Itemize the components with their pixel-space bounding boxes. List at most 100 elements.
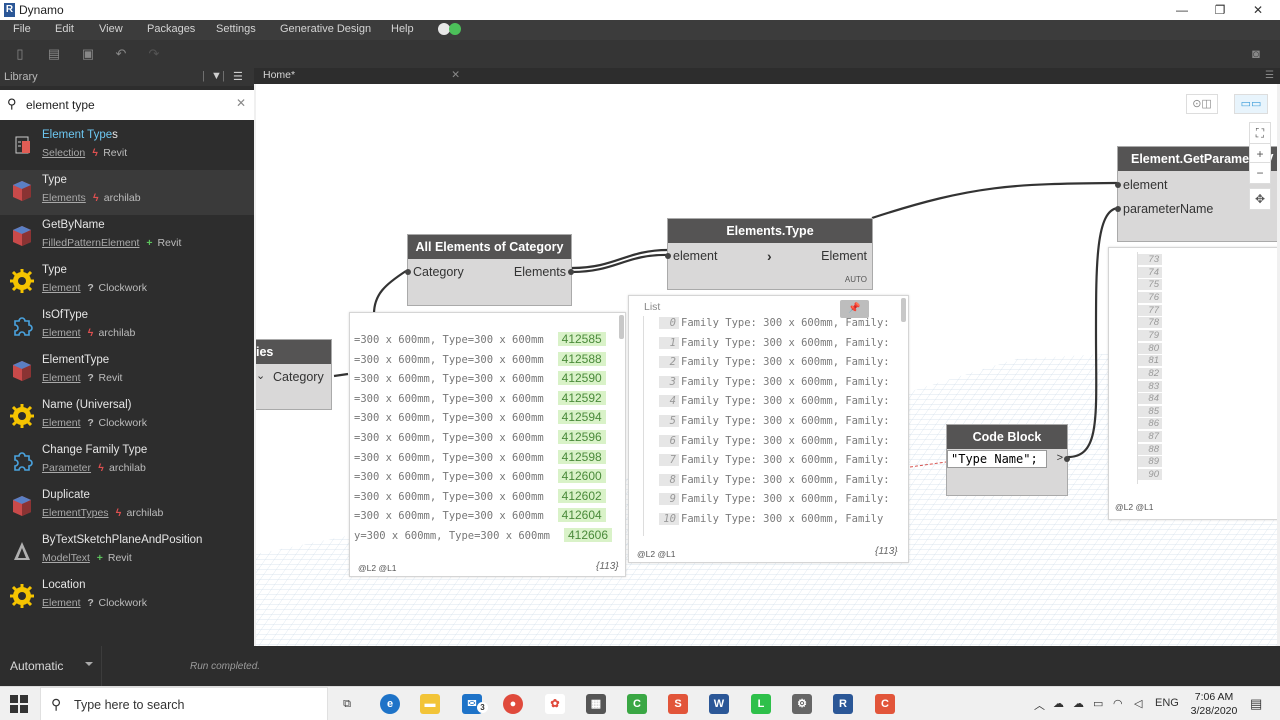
menu-view[interactable]: View [99,23,123,35]
selection-icon [10,134,34,158]
library-item[interactable]: GetByName FilledPatternElement + Revit [0,215,254,260]
list-index: 0 [659,317,679,329]
expand-chevron-icon[interactable]: › [767,248,772,264]
snagit-icon[interactable]: C [875,694,895,714]
library-item[interactable]: IsOfType Element ϟ archilab [0,305,254,350]
camtasia-icon[interactable]: C [627,694,647,714]
windows-start-icon[interactable] [10,695,28,713]
library-item-category[interactable]: ElementTypes [42,507,109,519]
library-item-category[interactable]: Elements [42,192,86,204]
workspace-canvas[interactable]: ies ⌄ Category All Elements of Category … [256,84,1277,646]
menu-packages[interactable]: Packages [147,23,195,35]
fit-view-icon[interactable]: ⛶ [1249,122,1271,144]
menu-generative-design[interactable]: Generative Design [280,23,371,35]
library-item-category[interactable]: Element [42,282,81,294]
edge-browser-icon[interactable]: e [380,694,400,714]
close-tab-icon[interactable]: ✕ [451,69,460,81]
tab-menu-icon[interactable]: ☰ [1265,70,1274,81]
category-input-port[interactable]: Category [413,265,464,279]
element-input-port[interactable]: element [673,249,717,263]
zoom-out-icon[interactable]: − [1249,162,1271,184]
menu-help[interactable]: Help [391,23,414,35]
library-item[interactable]: Duplicate ElementTypes ϟ archilab [0,485,254,530]
language-indicator[interactable]: ENG [1155,697,1179,709]
fusion-app-icon[interactable]: ✿ [545,694,565,714]
system-clock[interactable]: 7:06 AM 3/28/2020 [1184,690,1244,718]
close-window-button[interactable]: ✕ [1238,0,1278,20]
undo-icon[interactable]: ↶ [113,46,129,62]
notification-indicator[interactable] [438,23,462,38]
pan-icon[interactable]: ✥ [1249,188,1271,210]
onedrive-icon[interactable]: ☁ [1053,697,1064,710]
library-item-category[interactable]: Element [42,597,81,609]
library-item-category[interactable]: Element [42,327,81,339]
library-search-input[interactable] [26,96,226,114]
cloud-sync-icon[interactable]: ☁ [1073,697,1084,710]
elements-type-preview[interactable]: List 0 Family Type: 300 x 600mm, Family: 1… [628,295,909,563]
tab-home[interactable]: Home* ✕ [254,68,466,84]
save-icon[interactable]: ▣ [80,46,96,62]
element-input-port[interactable]: element [1123,178,1167,192]
all-elements-of-category-node[interactable]: All Elements of Category Category Elemen… [405,234,574,306]
run-mode-dropdown[interactable]: Automatic [0,646,102,686]
wifi-icon[interactable]: ◠ [1113,697,1123,710]
battery-icon[interactable]: ▭ [1093,697,1103,710]
categories-node[interactable]: ies ⌄ Category [256,339,332,410]
library-item-category[interactable]: Element [42,417,81,429]
categories-dropdown-icon[interactable]: ⌄ [256,369,265,382]
file-explorer-icon[interactable]: ▬ [420,694,440,714]
library-item[interactable]: Type Element? Clockwork [0,260,254,305]
code-block-node[interactable]: Code Block "Type Name"; > [946,424,1070,496]
categories-output-port[interactable]: Category [273,370,324,384]
getparameter-preview[interactable]: 73 74 75 76 77 78 79 80 81 82 83 84 85 86 87 88 89 90 @L2… [1108,247,1277,520]
minimize-button[interactable]: — [1162,0,1202,20]
maximize-button[interactable]: ❐ [1200,0,1240,20]
open-file-icon[interactable]: ▤ [46,46,62,62]
library-item[interactable]: Change Family Type Parameter ϟ archilab [0,440,254,485]
library-item[interactable]: Element Types Selection ϟ Revit [0,125,254,170]
menu-file[interactable]: File [13,23,31,35]
menu-edit[interactable]: Edit [55,23,74,35]
show-hidden-icons-icon[interactable]: ︿ [1034,697,1045,713]
line-chat-icon[interactable]: L [751,694,771,714]
volume-icon[interactable]: ◁ [1134,697,1142,710]
library-item[interactable]: Name (Universal) Element? Clockwork [0,395,254,440]
camera-icon[interactable]: ◙ [1248,46,1264,62]
code-block-editor[interactable]: "Type Name"; [947,450,1047,468]
presentation-app-icon[interactable]: S [668,694,688,714]
elements-output-port[interactable]: Elements [514,265,566,279]
library-item[interactable]: Location Element? Clockwork [0,575,254,620]
parametername-input-port[interactable]: parameterName [1123,202,1213,216]
all-elements-preview[interactable]: =300 x 600mm, Type=300 x 600mm 412585 =300… [349,312,626,577]
preview-scrollbar[interactable] [619,315,624,339]
library-item-category[interactable]: Parameter [42,462,91,474]
pin-preview-button[interactable]: 📌 [840,300,869,318]
preview-scrollbar[interactable] [901,298,906,322]
list-view-icon[interactable]: ☰ [233,70,243,83]
library-item-category[interactable]: ModelText [42,552,90,564]
word-icon[interactable]: W [709,694,729,714]
taskbar-search[interactable]: ⚲ Type here to search [40,687,328,720]
elements-type-node[interactable]: Elements.Type element › Element AUTO [665,218,873,290]
new-file-icon[interactable]: ▯ [12,46,28,62]
library-item[interactable]: ByTextSketchPlaneAndPosition ModelText + Re… [0,530,254,575]
chrome-icon[interactable]: ● [503,694,523,714]
library-item[interactable]: ElementType Element? Revit [0,350,254,395]
graph-view-icon[interactable]: ▭▭ [1234,94,1268,114]
redo-icon[interactable]: ↷ [146,46,162,62]
menu-settings[interactable]: Settings [216,23,256,35]
clear-search-icon[interactable]: ✕ [236,96,246,110]
library-item[interactable]: Type Elements ϟ archilab [0,170,254,215]
element-output-port[interactable]: Element [821,249,867,263]
code-block-output-port[interactable]: > [1057,452,1063,464]
calculator-icon[interactable]: ▦ [586,694,606,714]
notifications-icon[interactable]: ▤ [1250,696,1262,712]
filter-icon[interactable]: ▼ [211,70,222,82]
task-view-icon[interactable]: ⧉ [337,694,357,714]
revit-icon[interactable]: R [833,694,853,714]
library-item-category[interactable]: Element [42,372,81,384]
settings-app-icon[interactable]: ⚙ [792,694,812,714]
library-item-category[interactable]: FilledPatternElement [42,237,139,249]
geometry-view-icon[interactable]: ⊙◫ [1186,94,1218,114]
library-item-category[interactable]: Selection [42,147,85,159]
